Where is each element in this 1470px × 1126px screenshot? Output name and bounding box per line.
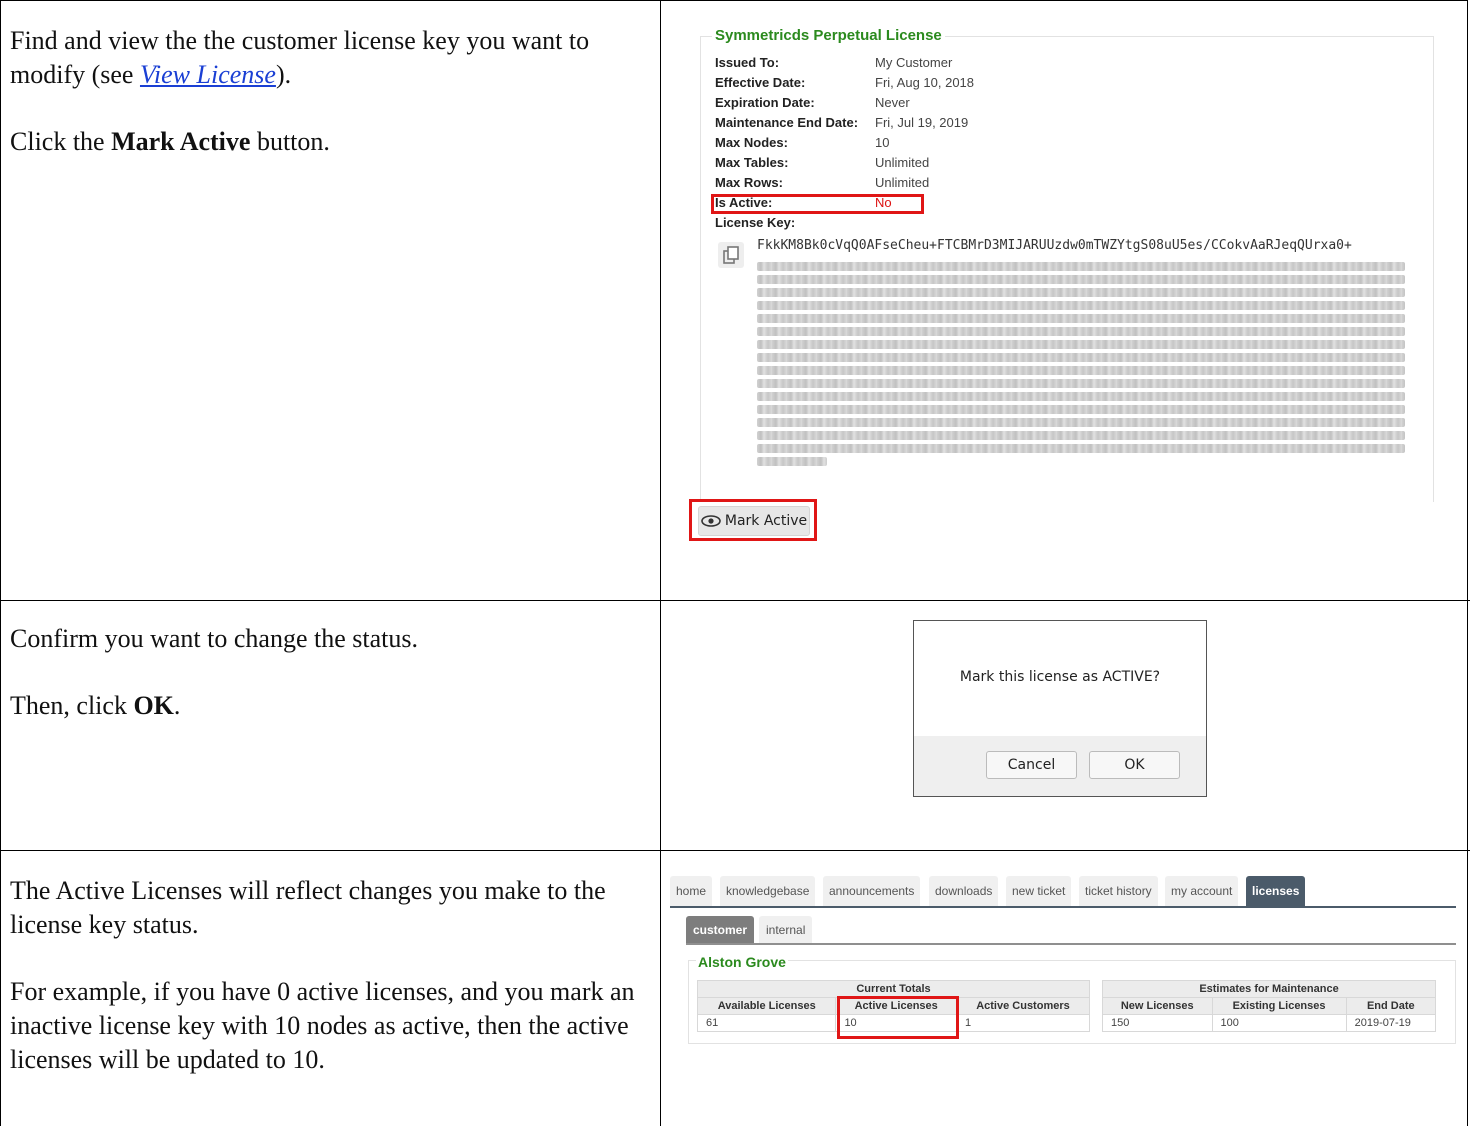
text: Find and view the the customer license k…: [10, 26, 590, 89]
ok-button[interactable]: OK: [1089, 751, 1180, 779]
license-field-label: Max Tables:: [715, 155, 789, 170]
mark-active-highlight: [689, 499, 817, 541]
subtab-underline: [686, 943, 1456, 945]
license-field-value: Fri, Aug 10, 2018: [875, 75, 975, 90]
blurred-key-line: [757, 288, 1405, 297]
column-header: New Licenses: [1102, 997, 1213, 1015]
license-field-value: Unlimited: [875, 175, 930, 190]
blurred-key-line: [757, 366, 1405, 375]
new-licenses-value: 150: [1102, 1014, 1213, 1032]
text: ).: [275, 60, 292, 89]
active-licenses-highlight: [837, 996, 959, 1039]
step-3-para-1: The Active Licenses will reflect changes…: [10, 876, 606, 939]
license-field-value: 10: [875, 135, 890, 150]
step-1-text: Find and view the the customer license k…: [10, 24, 650, 159]
current-totals-caption: Current Totals: [697, 980, 1090, 998]
text: Then, click: [10, 691, 134, 720]
blurred-key-line: [757, 457, 827, 466]
column-header: Active Customers: [955, 997, 1091, 1015]
license-field-value: My Customer: [875, 55, 953, 70]
text: Click the: [10, 127, 112, 156]
step-1-para-2: Click the Mark Active button.: [10, 125, 650, 159]
bold-text: Mark Active: [111, 127, 251, 156]
available-licenses-value: 61: [696, 1014, 837, 1032]
licenses-portal: home knowledgebase announcements downloa…: [670, 876, 1460, 1056]
active-customers-value: 1: [955, 1014, 1091, 1032]
row-divider: [0, 600, 1470, 601]
row-divider: [0, 850, 1470, 851]
license-field-label: Maintenance End Date:: [715, 115, 859, 130]
license-field-value: Fri, Jul 19, 2019: [875, 115, 969, 130]
tab-announcements[interactable]: announcements: [823, 876, 921, 906]
blurred-key-line: [757, 262, 1405, 271]
license-title: Symmetricds Perpetual License: [712, 27, 945, 44]
estimates-table: Estimates for Maintenance New Licenses E…: [1102, 980, 1437, 1032]
tab-underline: [670, 906, 1456, 908]
bold-text: OK: [133, 691, 174, 720]
column-header: Existing Licenses: [1211, 997, 1347, 1015]
subtab-customer[interactable]: customer: [686, 916, 755, 944]
tab-downloads[interactable]: downloads: [929, 876, 999, 906]
license-key-blurred: [757, 262, 1405, 466]
blurred-key-line: [757, 275, 1405, 284]
blurred-key-line: [757, 418, 1405, 427]
blurred-key-line: [757, 314, 1405, 323]
column-header: End Date: [1345, 997, 1437, 1015]
license-field-label: Max Rows:: [715, 175, 783, 190]
step-2-para-2: Then, click OK.: [10, 689, 650, 723]
step-2-para-1: Confirm you want to change the status.: [10, 624, 418, 653]
existing-licenses-value: 100: [1211, 1014, 1347, 1032]
dialog-message: Mark this license as ACTIVE?: [959, 669, 1161, 685]
tab-my-account[interactable]: my account: [1165, 876, 1239, 906]
blurred-key-line: [757, 353, 1405, 362]
license-field-label: Effective Date:: [715, 75, 806, 90]
blurred-key-line: [757, 444, 1405, 453]
blurred-key-line: [757, 431, 1405, 440]
blurred-key-line: [757, 405, 1405, 414]
subtab-internal[interactable]: internal: [759, 916, 813, 944]
tab-ticket-history[interactable]: ticket history: [1079, 876, 1158, 906]
copy-icon[interactable]: [718, 242, 744, 268]
confirm-dialog: Mark this license as ACTIVE? Cancel OK: [913, 620, 1207, 797]
license-field-label: Issued To:: [715, 55, 780, 70]
tab-licenses[interactable]: licenses: [1246, 876, 1306, 906]
blurred-key-line: [757, 379, 1405, 388]
customer-name: Alston Grove: [696, 954, 788, 970]
tab-new-ticket[interactable]: new ticket: [1006, 876, 1072, 906]
step-2-text: Confirm you want to change the status. T…: [10, 622, 650, 723]
license-details-panel: Symmetricds Perpetual License Issued To:…: [700, 24, 1435, 502]
step-3-para-2: For example, if you have 0 active licens…: [10, 977, 635, 1074]
cancel-button[interactable]: Cancel: [986, 751, 1077, 779]
step-3-text: The Active Licenses will reflect changes…: [10, 874, 650, 1077]
text: button.: [250, 127, 330, 156]
license-field-label: Expiration Date:: [715, 95, 815, 110]
license-key-label: License Key:: [715, 215, 796, 230]
license-key-text: FkkKM8Bk0cVqQ0AFseCheu+FTCBMrD3MIJARUUzd…: [757, 238, 1352, 253]
license-field-value: Never: [875, 95, 910, 110]
license-field-label: Max Nodes:: [715, 135, 788, 150]
blurred-key-line: [757, 340, 1405, 349]
blurred-key-line: [757, 327, 1405, 336]
column-divider: [660, 0, 661, 1126]
tab-home[interactable]: home: [670, 876, 713, 906]
text: .: [173, 691, 181, 720]
view-license-link[interactable]: View License: [140, 60, 276, 89]
blurred-key-line: [757, 392, 1405, 401]
step-1-para-1: Find and view the the customer license k…: [10, 24, 650, 92]
column-header: Available Licenses: [696, 997, 837, 1015]
end-date-value: 2019-07-19: [1345, 1014, 1437, 1032]
estimates-caption: Estimates for Maintenance: [1102, 980, 1436, 998]
is-active-highlight: [711, 194, 924, 214]
tab-knowledgebase[interactable]: knowledgebase: [720, 876, 816, 906]
license-field-value: Unlimited: [875, 155, 930, 170]
blurred-key-line: [757, 301, 1405, 310]
